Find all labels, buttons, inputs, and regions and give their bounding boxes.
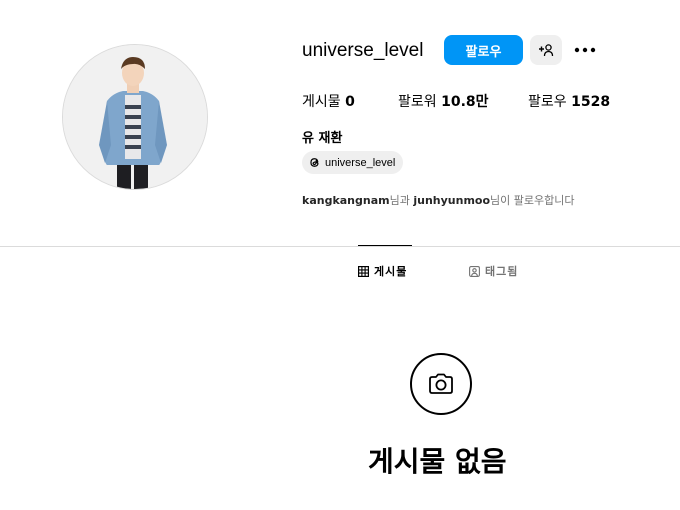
camera-icon (429, 373, 453, 394)
empty-state-camera (410, 353, 472, 415)
followed-by-text[interactable]: kangkangnam님과 junhyunmoo님이 팔로우합니다 (302, 192, 575, 208)
tab-tagged[interactable]: 태그됨 (469, 263, 518, 279)
person-add-icon (539, 44, 554, 57)
threads-handle: universe_level (325, 156, 396, 169)
more-horizontal-icon (574, 47, 596, 53)
more-options-button[interactable] (572, 38, 598, 62)
following-count[interactable]: 팔로우 1528 (528, 91, 610, 111)
followed-by-user-2[interactable]: junhyunmoo (413, 194, 490, 207)
followed-by-connector: 님과 (389, 194, 410, 207)
following-label: 팔로우 (528, 94, 567, 110)
threads-icon (310, 158, 319, 167)
followers-label: 팔로워 (398, 94, 437, 110)
threads-link[interactable]: universe_level (302, 151, 404, 174)
suggested-accounts-button[interactable] (530, 35, 562, 65)
profile-full-name: 유 재환 (302, 131, 343, 146)
posts-label: 게시물 (302, 94, 341, 110)
tab-posts[interactable]: 게시물 (358, 263, 407, 279)
followers-value: 10.8만 (441, 94, 489, 110)
posts-count: 게시물 0 (302, 91, 355, 111)
active-tab-indicator (358, 245, 412, 246)
profile-username: universe_level (302, 40, 424, 61)
empty-state-title: 게시물 없음 (368, 445, 507, 478)
profile-avatar[interactable] (62, 44, 208, 190)
avatar-photo (63, 45, 207, 189)
followed-by-user-1[interactable]: kangkangnam (302, 194, 390, 207)
tagged-icon (469, 265, 480, 277)
grid-icon (358, 265, 369, 277)
followers-count[interactable]: 팔로워 10.8만 (398, 91, 489, 111)
followed-by-suffix: 님이 팔로우합니다 (490, 194, 575, 207)
follow-button[interactable]: 팔로우 (444, 35, 523, 65)
tab-tagged-label: 태그됨 (485, 265, 519, 278)
following-value: 1528 (571, 94, 611, 110)
posts-value: 0 (345, 94, 355, 110)
tabs-divider (0, 246, 680, 247)
tab-posts-label: 게시물 (374, 265, 408, 278)
